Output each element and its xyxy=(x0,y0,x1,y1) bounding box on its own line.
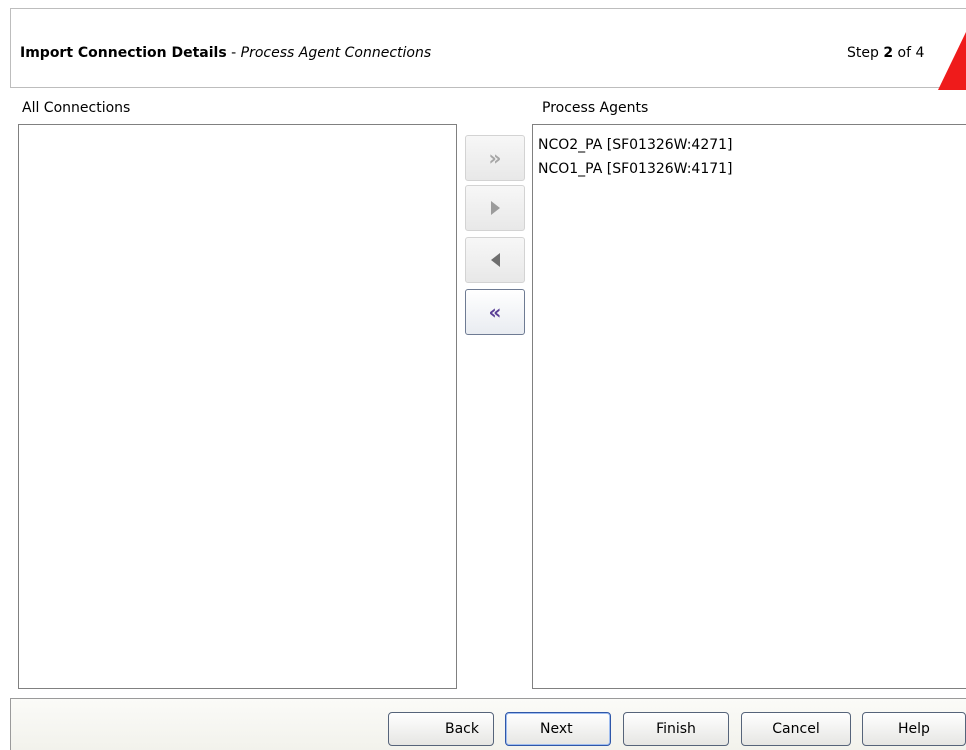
wizard-window: Import Connection Details - Process Agen… xyxy=(0,0,966,750)
triangle-right-icon xyxy=(490,201,500,215)
step-current: 2 xyxy=(883,45,894,61)
process-agents-list[interactable]: NCO2_PA [SF01326W:4271] NCO1_PA [SF01326… xyxy=(532,124,966,689)
brand-triangle-icon xyxy=(938,32,966,90)
wizard-header: Import Connection Details - Process Agen… xyxy=(10,8,966,88)
double-chevron-right-icon: » xyxy=(488,146,502,170)
step-suffix: of 4 xyxy=(893,45,925,61)
back-button[interactable]: Back xyxy=(388,712,494,746)
add-selected-button[interactable] xyxy=(465,185,525,231)
page-title-main: Import Connection Details xyxy=(20,45,227,61)
triangle-left-icon xyxy=(490,253,500,267)
page-title: Import Connection Details - Process Agen… xyxy=(20,45,431,61)
list-item[interactable]: NCO2_PA [SF01326W:4271] xyxy=(533,133,966,157)
all-connections-label: All Connections xyxy=(22,100,131,116)
step-prefix: Step xyxy=(847,45,884,61)
step-indicator: Step 2 of 4 xyxy=(847,45,924,61)
remove-selected-button[interactable] xyxy=(465,237,525,283)
all-connections-list[interactable] xyxy=(18,124,457,689)
page-title-sub: Process Agent Connections xyxy=(240,45,432,61)
page-title-separator: - xyxy=(226,45,241,61)
add-all-button[interactable]: » xyxy=(465,135,525,181)
remove-all-button[interactable]: « xyxy=(465,289,525,335)
finish-button[interactable]: Finish xyxy=(623,712,729,746)
double-chevron-left-icon: « xyxy=(488,300,502,324)
next-button[interactable]: Next xyxy=(505,712,611,746)
cancel-button[interactable]: Cancel xyxy=(741,712,851,746)
process-agents-label: Process Agents xyxy=(542,100,649,116)
list-item[interactable]: NCO1_PA [SF01326W:4171] xyxy=(533,157,966,181)
help-button[interactable]: Help xyxy=(862,712,966,746)
